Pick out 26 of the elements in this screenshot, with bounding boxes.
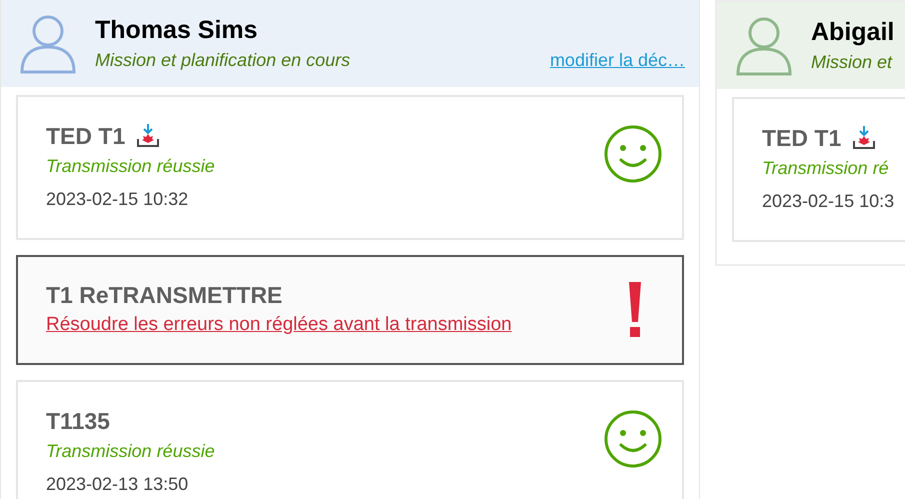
- download-tray-icon[interactable]: [853, 126, 876, 150]
- download-tray-icon[interactable]: [137, 124, 160, 148]
- smiley-icon: [604, 125, 662, 183]
- status-text: Mission et planification en cours: [95, 48, 350, 72]
- error-link[interactable]: Résoudre les erreurs non réglées avant la transmission: [46, 310, 512, 340]
- exclamation-icon: [628, 282, 642, 338]
- status-card[interactable]: TED T1 Transmission ré 2023-02-15 10:3: [732, 97, 905, 242]
- card-title: T1 ReTRANSMETTRE: [46, 281, 284, 310]
- status-text: Mission et: [811, 50, 892, 74]
- date-text: 2023-02-13 13:50: [46, 473, 190, 496]
- person-icon: [19, 14, 77, 74]
- person-name: Thomas Sims: [95, 14, 259, 46]
- status-card[interactable]: TED T1 Transmission réussie 2023-02-15 10:32: [16, 95, 684, 240]
- date-text: 2023-02-15 10:3: [762, 190, 894, 213]
- smiley-icon: [604, 410, 662, 468]
- status-card[interactable]: T1135 Transmission réussie 2023-02-13 13:50: [16, 380, 684, 499]
- card-title: T1135: [46, 407, 110, 436]
- card-title: TED T1: [762, 124, 842, 153]
- person-icon: [735, 16, 793, 76]
- person-name: Abigail: [811, 16, 896, 48]
- status-text: Transmission réussie: [46, 440, 215, 463]
- status-text: Transmission ré: [762, 157, 890, 180]
- status-text: Transmission réussie: [46, 155, 215, 178]
- card-title: TED T1: [46, 122, 126, 151]
- error-card[interactable]: T1 ReTRANSMETTRE Résoudre les erreurs non réglées avant la transmission: [16, 255, 684, 365]
- date-text: 2023-02-15 10:32: [46, 188, 190, 211]
